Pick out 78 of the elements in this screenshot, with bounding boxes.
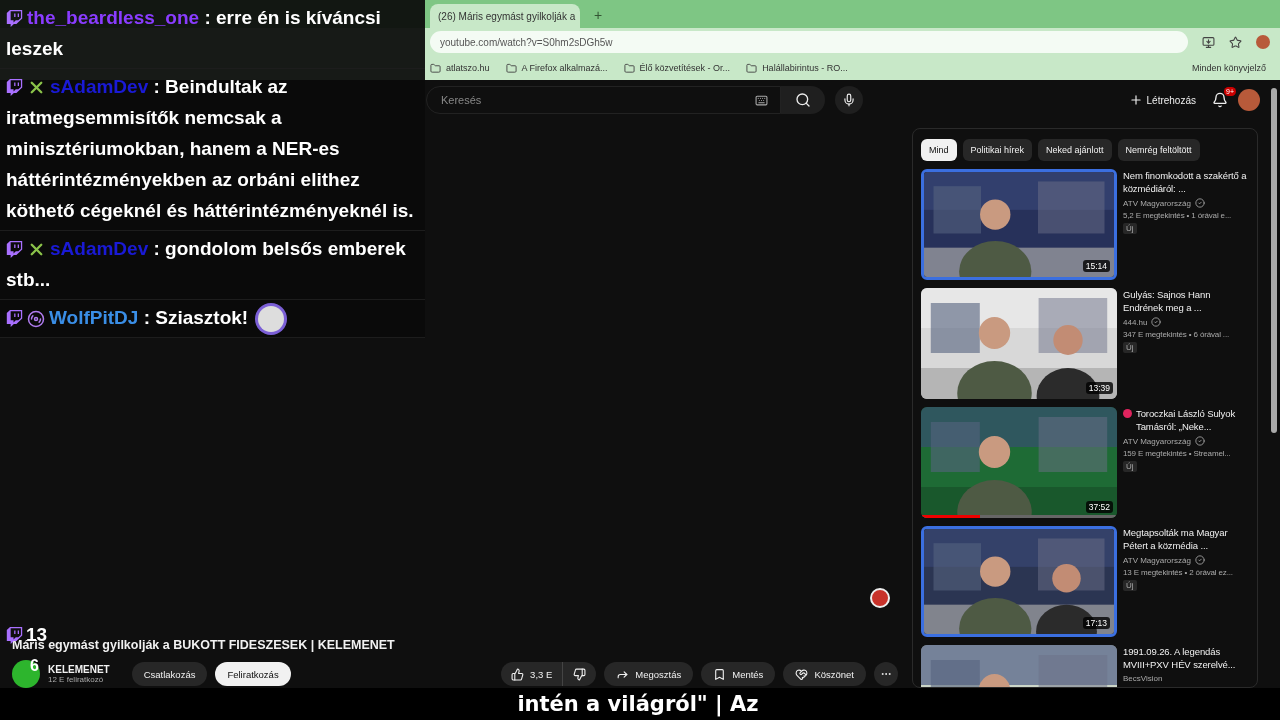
create-button[interactable]: Létrehozás: [1122, 87, 1202, 113]
search-icon: [795, 92, 811, 108]
twitch-icon: [6, 79, 23, 97]
highlighted-thumbnail[interactable]: 17:13: [921, 526, 1117, 637]
avatar-icon: [870, 588, 890, 608]
twitch-icon: [6, 310, 23, 328]
microphone-button[interactable]: [835, 86, 863, 114]
new-badge: Új: [1123, 223, 1137, 234]
subscriber-count: 12 E feliratkozó: [48, 675, 105, 684]
new-tab-button[interactable]: +: [588, 7, 609, 28]
folder-icon: [746, 62, 758, 74]
twitch-icon: [6, 10, 23, 28]
folder-icon: [430, 62, 441, 74]
thumbs-up-icon: [511, 667, 525, 681]
video-duration: 13:39: [1085, 382, 1113, 394]
folder-icon: [505, 62, 517, 74]
channel-name[interactable]: ATV Magyarország: [1123, 555, 1191, 565]
folder-icon: [623, 62, 635, 74]
filter-chip[interactable]: Nemrég feltöltött: [1117, 139, 1200, 161]
disc-icon: [27, 310, 45, 328]
channel-name[interactable]: 444.hu: [1123, 317, 1148, 327]
recommendation-title[interactable]: Gulyás: Sajnos Hann Endrének meg a ...: [1123, 288, 1249, 314]
chat-message: the_beardless_one : erre én is kíváncsi leszek: [6, 6, 382, 61]
video-duration: 17:13: [1082, 617, 1110, 629]
thumbs-down-icon: [573, 667, 587, 681]
bookmark[interactable]: Élő közvetítések - Or...: [639, 63, 731, 73]
recommendation-title[interactable]: Toroczkai László Sulyok Tamásról: „Neke...: [1136, 407, 1249, 433]
keyboard-icon[interactable]: [755, 93, 768, 107]
browser-tab[interactable]: (26) Máris egymást gyilkolják a: [430, 4, 580, 28]
chat-message: sAdamDev : gondolom belsős emberek stb...: [6, 237, 407, 292]
view-info: 159 E megtekintés • Streamel...: [1123, 449, 1232, 458]
channel-name[interactable]: KELEMENET: [48, 664, 110, 675]
bookmark[interactable]: A Firefox alkalmazá...: [521, 63, 608, 73]
address-bar[interactable]: youtube.com/watch?v=S0hm2sDGh5w: [430, 31, 1188, 53]
subtitle-text: intén a világról" | Az: [517, 692, 759, 716]
video-duration: 15:14: [1082, 260, 1110, 272]
microphone-icon: [842, 93, 856, 107]
new-badge: Új: [1123, 342, 1137, 353]
install-icon[interactable]: [1202, 35, 1215, 49]
star-icon[interactable]: [1229, 35, 1242, 49]
bookmark[interactable]: atlatszo.hu: [446, 63, 490, 73]
recommendation-title[interactable]: Megtapsolták ma Magyar Pétert a közmédia ...: [1123, 526, 1249, 552]
filter-chip[interactable]: Mind: [921, 139, 957, 161]
channel-name[interactable]: BecsVision: [1123, 674, 1163, 683]
channel-name[interactable]: ATV Magyarország: [1123, 198, 1191, 208]
new-badge: Új: [1123, 580, 1137, 591]
all-bookmarks[interactable]: Minden könyvjelző: [1191, 63, 1266, 73]
save-button[interactable]: Mentés: [701, 662, 776, 686]
account-avatar[interactable]: [1238, 89, 1260, 111]
recommendation-title[interactable]: Nem finomkodott a szakértő a közmédiáról: ...: [1123, 169, 1249, 195]
filter-chip[interactable]: Politikai hírek: [962, 139, 1033, 161]
search-button[interactable]: [781, 86, 825, 114]
view-info: 13 E megtekintés • 2 órával ez...: [1123, 568, 1234, 577]
video-duration: 37:52: [1085, 501, 1113, 513]
bookmark[interactable]: Halállabirintus - RO...: [762, 63, 848, 73]
share-button[interactable]: Megosztás: [604, 662, 694, 686]
profile-avatar[interactable]: [1256, 35, 1270, 49]
highlighted-thumbnail[interactable]: 15:14: [921, 169, 1117, 280]
scrollbar[interactable]: [1271, 88, 1277, 433]
subscribe-button[interactable]: Feliratkozás: [215, 662, 291, 686]
new-badge: Új: [1123, 461, 1137, 472]
bell-icon[interactable]: [1212, 92, 1228, 108]
chat-message: WolfPitDJ : Sziasztok!: [6, 302, 419, 333]
viewer-count: 6: [30, 657, 39, 675]
join-button[interactable]: Csatlakozás: [131, 662, 208, 686]
view-info: 5,2 E megtekintés • 1 órával e...: [1123, 211, 1233, 220]
recommendation-title[interactable]: 1991.09.26. A legendás MVIII+PXV HÉV szerelvé...: [1123, 645, 1249, 671]
channel-avatar[interactable]: [12, 660, 40, 688]
channel-name[interactable]: ATV Magyarország: [1123, 436, 1191, 446]
view-info: 347 E megtekintés • 6 órával ...: [1123, 330, 1231, 339]
twitch-icon: [6, 241, 23, 259]
chat-message: sAdamDev : Beindultak az iratmegsemmisítők nemcsak a minisztériumokban, hanem a NER-es háttérintézményekben az orbáni elithez köthető cégeknél és háttérintézményeknél is.: [6, 75, 415, 223]
bookmark-icon: [713, 667, 727, 681]
more-button[interactable]: [874, 662, 898, 686]
thanks-button[interactable]: Köszönet: [783, 662, 866, 686]
filter-chip[interactable]: Neked ajánlott: [1038, 139, 1112, 161]
search-placeholder: Keresés: [441, 94, 482, 106]
plus-icon: [1128, 93, 1143, 107]
